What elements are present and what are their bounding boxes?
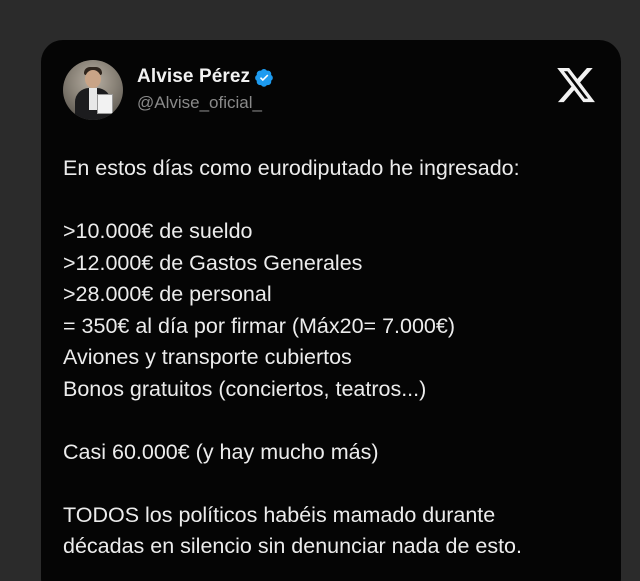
tweet-total: Casi 60.000€ (y hay mucho más): [63, 439, 379, 464]
name-row: Alvise Pérez: [137, 66, 274, 88]
tweet-item: Aviones y transporte cubiertos: [63, 345, 352, 369]
tweet-item: >28.000€ de personal: [63, 282, 272, 306]
avatar[interactable]: [63, 60, 123, 120]
handle[interactable]: @Alvise_oficial_: [137, 93, 262, 113]
avatar-shirt: [89, 88, 97, 110]
tweet-item: >12.000€ de Gastos Generales: [63, 250, 363, 275]
tweet-item: = 350€ al día por firmar (Máx20= 7.000€): [63, 313, 455, 338]
tweet-closing-line: décadas en silencio sin denunciar nada d…: [63, 534, 522, 558]
x-logo-icon[interactable]: [555, 64, 597, 106]
tweet-item: Bonos gratuitos (conciertos, teatros...): [63, 376, 427, 401]
display-name[interactable]: Alvise Pérez: [137, 66, 250, 88]
tweet-card[interactable]: Alvise Pérez @Alvise_oficial_ En estos d…: [41, 40, 621, 581]
tweet-intro: En estos días como eurodiputado he ingre…: [63, 156, 520, 180]
tweet-header: Alvise Pérez @Alvise_oficial_: [63, 60, 603, 122]
avatar-sign: [97, 94, 113, 114]
screenshot-page: Alvise Pérez @Alvise_oficial_ En estos d…: [0, 0, 640, 581]
tweet-text: En estos días como eurodiputado he ingre…: [63, 153, 607, 563]
tweet-item: >10.000€ de sueldo: [63, 219, 253, 243]
avatar-head: [85, 70, 101, 88]
tweet-closing-line: TODOS los políticos habéis mamado durant…: [63, 502, 496, 527]
verified-badge-icon: [255, 68, 273, 87]
